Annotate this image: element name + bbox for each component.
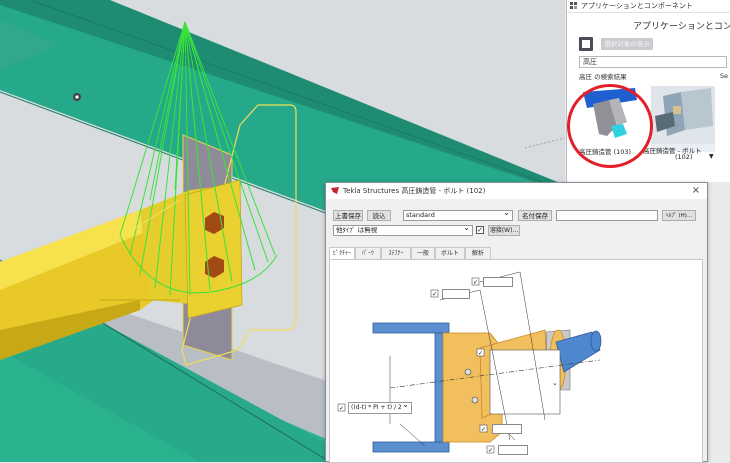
dimension-input-3[interactable] [492, 424, 522, 434]
picture-tab-content: ⌄ ✓ ✓ ✓ ✓ ✓ ✓ ((d-t) * PI + t) / 2 ⌄ [329, 259, 703, 463]
svg-text:✓: ✓ [339, 405, 344, 412]
results-right-text: Se [719, 72, 728, 80]
component-tile-high-pressure-pipe-bolt[interactable]: 高圧鋳造管 - ボルト (102) ▼ [643, 86, 715, 161]
load-button[interactable]: 読込 [367, 210, 391, 221]
dimension-input-1[interactable] [442, 289, 470, 299]
highlight-circle [567, 84, 653, 168]
grid-view-icon[interactable] [579, 37, 593, 51]
tile-dropdown-icon[interactable]: ▼ [709, 153, 714, 160]
tab-parts[interactable]: ﾊﾟｰﾂ [355, 247, 381, 259]
svg-text:✓: ✓ [481, 426, 486, 433]
weld-button[interactable]: 溶接(W)... [488, 225, 520, 236]
help-button[interactable]: ﾍﾙﾌﾟ (H)... [662, 210, 696, 221]
tab-bolt[interactable]: ボルト [435, 247, 465, 259]
component-dialog: Tekla Structures 高圧鋳造管 - ボルト (102) × 上書保… [325, 182, 708, 463]
results-label: 高圧 の検索結果 [579, 73, 627, 81]
pipe-bolt-thumbnail-icon [651, 86, 715, 144]
component-sublabel: (102) [675, 153, 693, 161]
dialog-title: Tekla Structures 高圧鋳造管 - ボルト (102) [343, 187, 486, 195]
save-button[interactable]: 上書保存 [333, 210, 363, 221]
panel-header: アプリケーションとコンポーネント [633, 22, 730, 32]
save-as-button[interactable]: 名付保存 [518, 210, 552, 221]
tab-general[interactable]: 一般 [411, 247, 435, 259]
close-icon[interactable]: × [692, 183, 700, 199]
type-filter-select[interactable]: 他ﾀｲﾌﾟ は無視 [333, 225, 473, 236]
dimension-input-4[interactable] [498, 445, 528, 455]
svg-text:✓: ✓ [432, 291, 437, 298]
pin-icon[interactable] [570, 2, 577, 9]
save-as-name-input[interactable] [556, 210, 658, 221]
panel-title-bar: アプリケーションとコンポーネント [567, 0, 730, 13]
tab-stiffener[interactable]: ｽﾃﾌﾅｰ [381, 247, 411, 259]
tab-analysis[interactable]: 解析 [465, 247, 491, 259]
dimension-input-2[interactable] [483, 277, 513, 287]
svg-text:⌄: ⌄ [552, 379, 558, 387]
svg-text:✓: ✓ [473, 279, 478, 286]
search-input[interactable]: 高圧 [579, 56, 727, 68]
formula-select[interactable]: ((d-t) * PI + t) / 2 [348, 402, 412, 414]
panel-toolbar: 選択対象の表示 [567, 35, 730, 53]
weld-checkbox[interactable]: ✓ [476, 226, 484, 234]
panel-title-text: アプリケーションとコンポーネント [581, 2, 693, 10]
component-label: 高圧鋳造管 - ボルト [643, 147, 702, 155]
dialog-title-bar: Tekla Structures 高圧鋳造管 - ボルト (102) × [326, 183, 707, 199]
svg-text:✓: ✓ [478, 350, 483, 357]
tekla-logo-icon [331, 187, 339, 194]
show-selected-button[interactable]: 選択対象の表示 [601, 38, 653, 50]
svg-text:✓: ✓ [488, 447, 493, 454]
preset-select[interactable]: standard [403, 210, 513, 221]
